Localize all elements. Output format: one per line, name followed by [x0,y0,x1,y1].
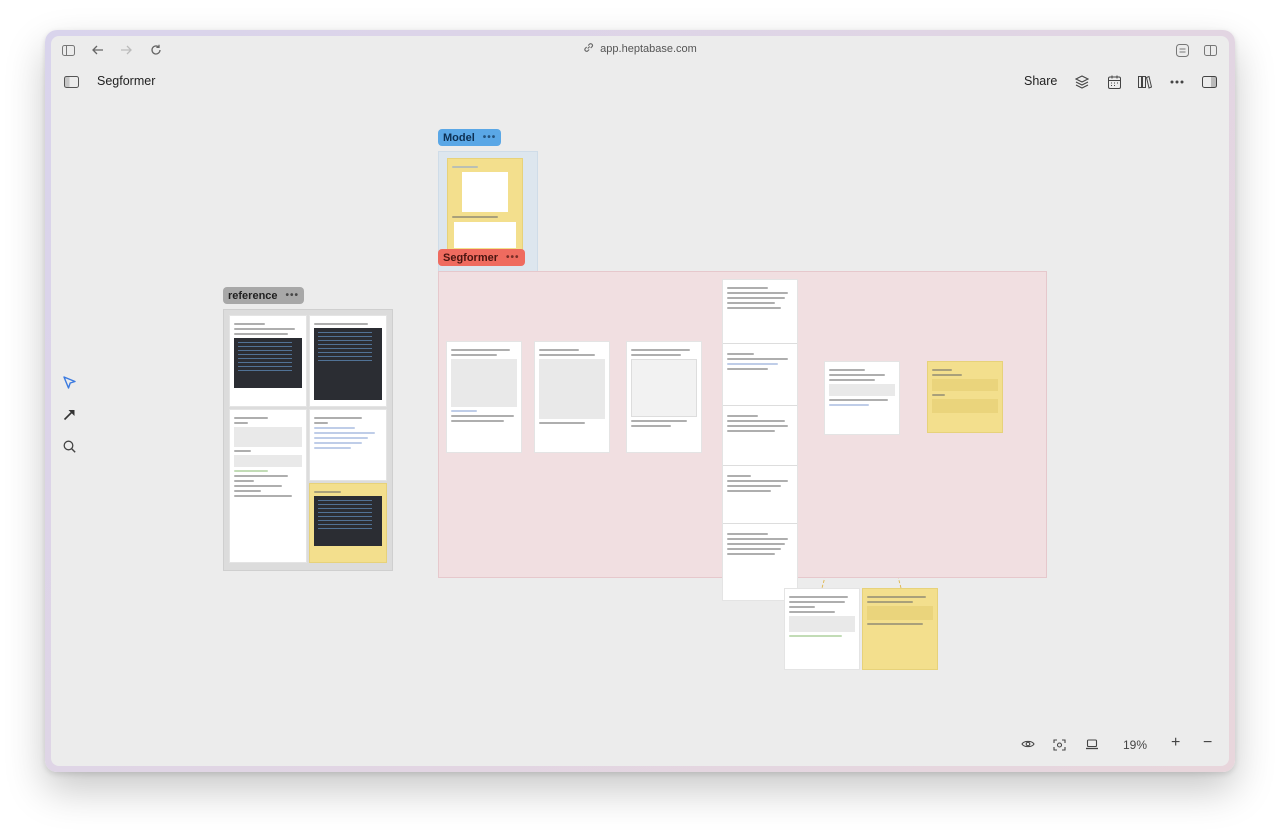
segformer-card-1[interactable] [446,341,522,453]
segformer-card-7[interactable] [723,468,797,524]
reference-card-1[interactable] [229,315,307,407]
segformer-card-6[interactable] [723,408,797,466]
reference-group-tag[interactable]: reference ••• [223,287,305,304]
model-more-icon[interactable]: ••• [483,132,497,143]
window-content: app.heptabase.com Segformer Share Model … [51,36,1229,766]
segformer-card-3[interactable] [626,341,702,453]
segformer-note-card[interactable] [927,361,1003,433]
zoom-in-button[interactable]: + [1171,734,1180,752]
zoom-out-button[interactable]: − [1203,734,1212,752]
segformer-card-9[interactable] [824,361,900,435]
reference-more-icon[interactable]: ••• [286,290,300,301]
segformer-group-label: Segformer [443,251,499,264]
browser-window: app.heptabase.com Segformer Share Model … [45,30,1235,772]
segformer-more-icon[interactable]: ••• [506,252,520,263]
reference-card-3[interactable] [229,409,307,563]
reference-card-2[interactable] [309,315,387,407]
reference-card-4[interactable] [309,409,387,481]
eye-icon[interactable] [1021,739,1035,749]
whiteboard-canvas[interactable]: Model ••• Segformer ••• reference ••• [51,36,1229,766]
detail-card[interactable] [784,588,860,670]
reference-group[interactable] [223,309,393,571]
model-group-label: Model [443,131,475,144]
segformer-card-2[interactable] [534,341,610,453]
model-group-tag[interactable]: Model ••• [438,129,502,146]
segformer-card-5[interactable] [723,346,797,406]
focus-icon[interactable] [1053,739,1066,751]
zoom-level[interactable]: 19% [1123,738,1147,752]
laptop-icon[interactable] [1085,739,1099,750]
segformer-stack [722,279,798,601]
reference-group-label: reference [228,289,278,302]
detail-note-card[interactable] [862,588,938,670]
segformer-card-4[interactable] [723,280,797,344]
model-card[interactable] [447,158,523,262]
reference-card-5[interactable] [309,483,387,563]
segformer-group-tag[interactable]: Segformer ••• [438,249,525,266]
